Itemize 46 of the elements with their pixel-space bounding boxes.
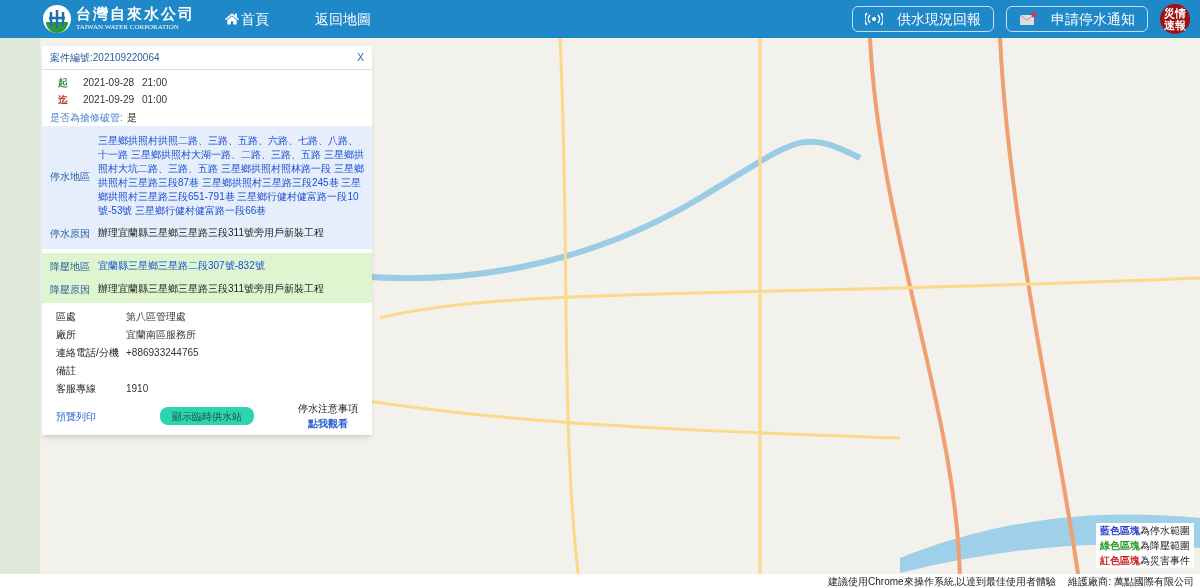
time-mark: 起 <box>58 76 69 90</box>
field-value: 辦理宜蘭縣三星鄉三星路三段311號旁用戶新裝工程 <box>98 282 325 296</box>
field-label: 降壓地區 <box>49 260 91 274</box>
legend-item: 紅色區塊為災害事件 <box>1100 554 1190 568</box>
close-button[interactable]: X <box>357 50 364 65</box>
browser-notice: 建議使用Chrome來操作系統,以達到最佳使用者體驗 <box>828 574 1057 588</box>
logo-icon <box>42 4 72 34</box>
field-label: 連絡電話/分機 <box>56 345 120 360</box>
time-mark: 迄 <box>58 93 69 107</box>
field-value: +886933244765 <box>126 345 199 360</box>
area-link-text: 三星鄉拱照村拱照二路、三路、五路、六路、七路、八路、十一路 三星鄉拱照村大湖一路、二路、三路、五路 三星鄉拱照村大坑二路、三路、五路 三星鄉拱照村照林路一段 三星鄉拱照村三星路三段87巷 三星鄉拱照村三星路三段245巷 三星鄉拱照村三星路三段651-791巷 三星鄉行健村健富路一段10號-53號 三星鄉行健村健富路一段66巷 <box>98 134 365 218</box>
field-label: 是否為搶修破管: <box>50 110 123 125</box>
maintainer-text: 維護廠商: 萬點國際有限公司 <box>1068 574 1194 588</box>
envelope-icon <box>1019 12 1037 26</box>
home-icon <box>225 12 239 26</box>
field-label: 區處 <box>56 309 77 324</box>
case-number: 案件編號:202109220064 <box>50 51 160 65</box>
legend-item: 綠色區塊為降壓範圍 <box>1100 539 1190 553</box>
field-value: 1910 <box>126 381 149 396</box>
show-stations-button[interactable]: 顯示臨時供水站 <box>160 407 254 425</box>
field-label: 降壓原因 <box>49 283 91 297</box>
field-value: 第八區管理處 <box>126 309 186 324</box>
field-value: 辦理宜蘭縣三星鄉三星路三段311號旁用戶新裝工程 <box>98 226 325 240</box>
nav-link[interactable]: 首頁 <box>225 8 269 30</box>
notice-title: 停水注意事項 <box>298 402 358 416</box>
action-button[interactable]: 申請停水通知 <box>1006 6 1148 32</box>
print-preview-link[interactable]: 預覽列印 <box>56 408 96 424</box>
legend-item: 藍色區塊為停水範圍 <box>1100 524 1190 538</box>
field-label: 備註 <box>56 363 77 378</box>
field-value: 宜蘭南區服務所 <box>126 327 196 342</box>
field-label: 停水地區 <box>49 169 91 184</box>
area-link-text: 宜蘭縣三星鄉三星路二段307號-832號 <box>98 259 266 273</box>
field-label: 廠所 <box>56 327 77 342</box>
date-text: 2021-09-29 <box>83 93 136 107</box>
nav-link[interactable]: 返回地圖 <box>315 8 371 30</box>
field-label: 停水原因 <box>49 227 91 241</box>
field-value: 是 <box>126 110 137 125</box>
logo-title: 台灣自來水公司 <box>76 7 195 22</box>
disaster-report-button[interactable]: 災情速報 <box>1160 4 1190 34</box>
notice-link[interactable]: 點我觀看 <box>308 416 348 431</box>
action-button[interactable]: 供水現況回報 <box>852 6 994 32</box>
field-label: 客服專線 <box>56 381 97 396</box>
time-text: 01:00 <box>142 93 168 107</box>
date-text: 2021-09-28 <box>83 76 136 90</box>
time-text: 21:00 <box>142 76 168 90</box>
signal-icon <box>865 12 883 26</box>
